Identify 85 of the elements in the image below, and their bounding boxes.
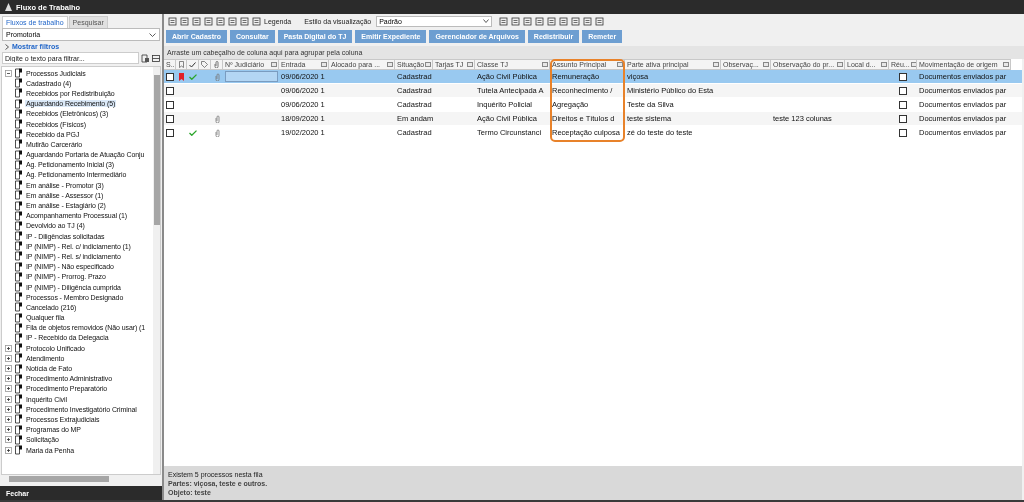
- folder-document-icon: [14, 129, 23, 140]
- folder-document-icon: [14, 190, 23, 201]
- folder-document-icon: [14, 292, 23, 303]
- expand-icon[interactable]: [5, 365, 12, 373]
- filter-dropdown-icon[interactable]: [763, 62, 769, 67]
- folder-document-icon: [14, 210, 23, 221]
- checkmark-icon: [189, 61, 196, 68]
- chevron-down-icon: [149, 32, 156, 37]
- paperclip-icon: [214, 61, 219, 68]
- folder-document-icon: [14, 302, 23, 313]
- expand-icon[interactable]: [5, 395, 12, 403]
- flag-icon: [178, 61, 184, 68]
- expand-icon[interactable]: [5, 446, 12, 454]
- checkbox[interactable]: [899, 128, 907, 137]
- folder-document-icon: [14, 322, 23, 333]
- checkbox[interactable]: [899, 114, 907, 123]
- expand-icon[interactable]: [5, 385, 12, 393]
- folder-document-icon: [14, 271, 23, 282]
- folder-document-icon: [14, 220, 23, 231]
- folder-document-icon: [14, 445, 23, 456]
- folder-document-icon: [14, 383, 23, 394]
- chevron-right-icon: [5, 43, 9, 50]
- folder-document-icon: [14, 414, 23, 425]
- folder-document-icon: [14, 434, 23, 445]
- chevron-down-icon: [483, 19, 490, 23]
- folder-document-icon: [14, 332, 23, 343]
- folder-document-icon: [14, 88, 23, 99]
- filter-dropdown-icon[interactable]: [881, 62, 887, 67]
- folder-document-icon: [14, 78, 23, 89]
- filter-dropdown-icon[interactable]: [837, 62, 843, 67]
- folder-document-icon: [14, 251, 23, 262]
- checkbox[interactable]: [899, 86, 907, 95]
- folder-document-icon: [14, 159, 23, 170]
- cell-editor[interactable]: [225, 71, 278, 82]
- filter-dropdown-icon[interactable]: [271, 62, 277, 67]
- folder-document-icon: [14, 231, 23, 242]
- filter-dropdown-icon[interactable]: [321, 62, 327, 67]
- row-checkbox[interactable]: [166, 86, 174, 95]
- folder-document-icon: [14, 98, 23, 109]
- filter-options-icon[interactable]: [141, 53, 150, 63]
- folder-document-icon: [14, 169, 23, 180]
- filter-dropdown-icon[interactable]: [425, 62, 432, 67]
- scrollbar-thumb[interactable]: [153, 75, 160, 225]
- folder-document-icon: [14, 343, 23, 354]
- expand-icon[interactable]: [5, 415, 12, 423]
- folder-document-icon: [14, 149, 23, 160]
- folder-document-icon: [14, 261, 23, 272]
- app-logo-icon: [5, 3, 12, 11]
- folder-document-icon: [14, 241, 23, 252]
- row-checkbox[interactable]: [166, 128, 174, 137]
- folder-document-icon: [14, 180, 23, 191]
- expand-icon[interactable]: [5, 436, 12, 444]
- checkbox[interactable]: [899, 100, 907, 109]
- expand-icon[interactable]: [5, 354, 12, 362]
- folder-document-icon: [14, 404, 23, 415]
- filter-dropdown-icon[interactable]: [617, 62, 623, 67]
- folder-document-icon: [14, 394, 23, 405]
- expand-icon[interactable]: [5, 405, 12, 413]
- folder-document-icon: [14, 200, 23, 211]
- filter-dropdown-icon[interactable]: [1003, 62, 1009, 67]
- collapse-icon[interactable]: [5, 69, 12, 77]
- scrollbar-thumb[interactable]: [9, 476, 109, 482]
- expand-icon[interactable]: [5, 375, 12, 383]
- collapse-all-icon[interactable]: [152, 54, 160, 62]
- filter-dropdown-icon[interactable]: [387, 62, 393, 67]
- row-checkbox[interactable]: [166, 100, 174, 109]
- folder-document-icon: [14, 373, 23, 384]
- filter-dropdown-icon[interactable]: [713, 62, 719, 67]
- checkbox[interactable]: [899, 72, 907, 81]
- folder-document-icon: [14, 108, 23, 119]
- filter-dropdown-icon[interactable]: [542, 62, 548, 67]
- folder-document-icon: [14, 424, 23, 435]
- folder-document-icon: [14, 363, 23, 374]
- filter-dropdown-icon[interactable]: [910, 62, 916, 67]
- expand-icon[interactable]: [5, 426, 12, 434]
- row-checkbox[interactable]: [166, 114, 174, 123]
- expand-icon[interactable]: [5, 344, 12, 352]
- folder-document-icon: [14, 139, 23, 150]
- folder-document-icon: [14, 312, 23, 323]
- row-checkbox[interactable]: [166, 72, 174, 81]
- tag-icon: [201, 61, 208, 68]
- folder-document-icon: [14, 119, 23, 130]
- folder-document-icon: [14, 282, 23, 293]
- folder-document-icon: [14, 353, 23, 364]
- filter-dropdown-icon[interactable]: [467, 62, 473, 67]
